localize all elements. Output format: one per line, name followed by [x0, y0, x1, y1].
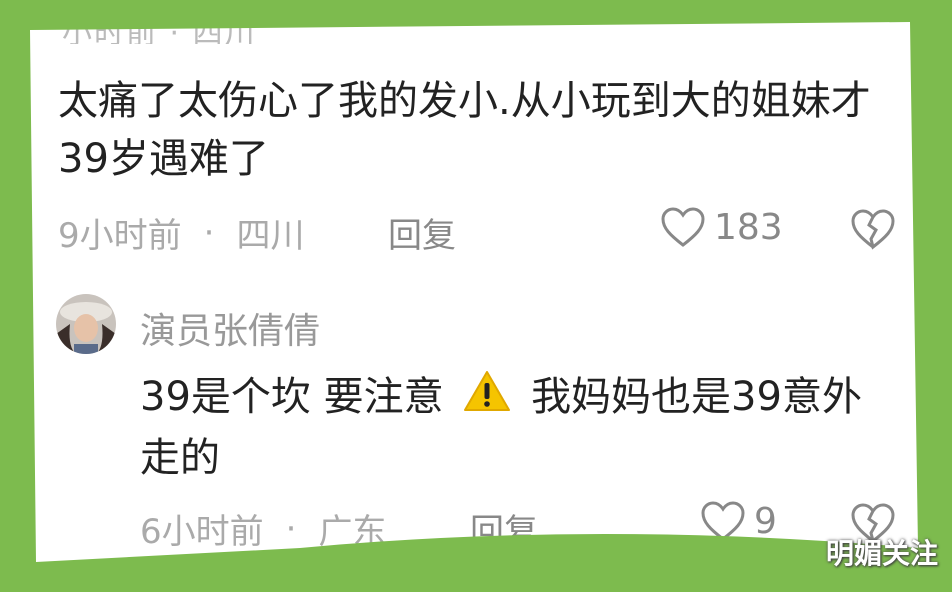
broken-heart-icon [851, 209, 895, 250]
comment-time: 6小时前 [140, 512, 264, 552]
comment-body: 39是个坎 要注意 我妈妈也是39意外走的 [140, 368, 900, 487]
like-count: 183 [714, 206, 783, 248]
comment-body: 太痛了太伤心了我的发小.从小玩到大的姐妹才39岁遇难了 [58, 78, 871, 182]
username[interactable]: 演员张倩倩 [140, 302, 320, 354]
dislike-button[interactable] [850, 208, 896, 254]
screenshot-frame: 小时前 · 四川 太痛了太伤心了我的发小.从小玩到大的姐妹才39岁遇难了 9小时… [0, 0, 952, 592]
like-button[interactable]: 9 [700, 500, 777, 542]
reply-button[interactable]: 回复 [388, 208, 456, 257]
like-count: 9 [754, 500, 777, 542]
warning-icon [462, 369, 512, 429]
comment-text-part: 39是个坎 要注意 [140, 374, 444, 420]
meta-separator: · [285, 508, 297, 549]
cutoff-previous-meta: 小时前 · 四川 [62, 22, 257, 44]
comment-meta: 6小时前 · 广东 [140, 504, 386, 553]
avatar-image [56, 294, 116, 354]
comment-location: 四川 [236, 216, 305, 256]
watermark: 明媚关注 [825, 537, 938, 570]
heart-icon [661, 207, 705, 247]
like-button[interactable]: 183 [660, 206, 783, 248]
comment-location: 广东 [318, 512, 387, 552]
meta-separator: · [203, 212, 215, 253]
reply-button[interactable]: 回复 [470, 504, 538, 553]
comment-time: 9小时前 [58, 216, 182, 256]
avatar[interactable] [56, 294, 116, 354]
heart-icon [701, 501, 745, 541]
comment-meta: 9小时前 · 四川 [58, 208, 304, 257]
